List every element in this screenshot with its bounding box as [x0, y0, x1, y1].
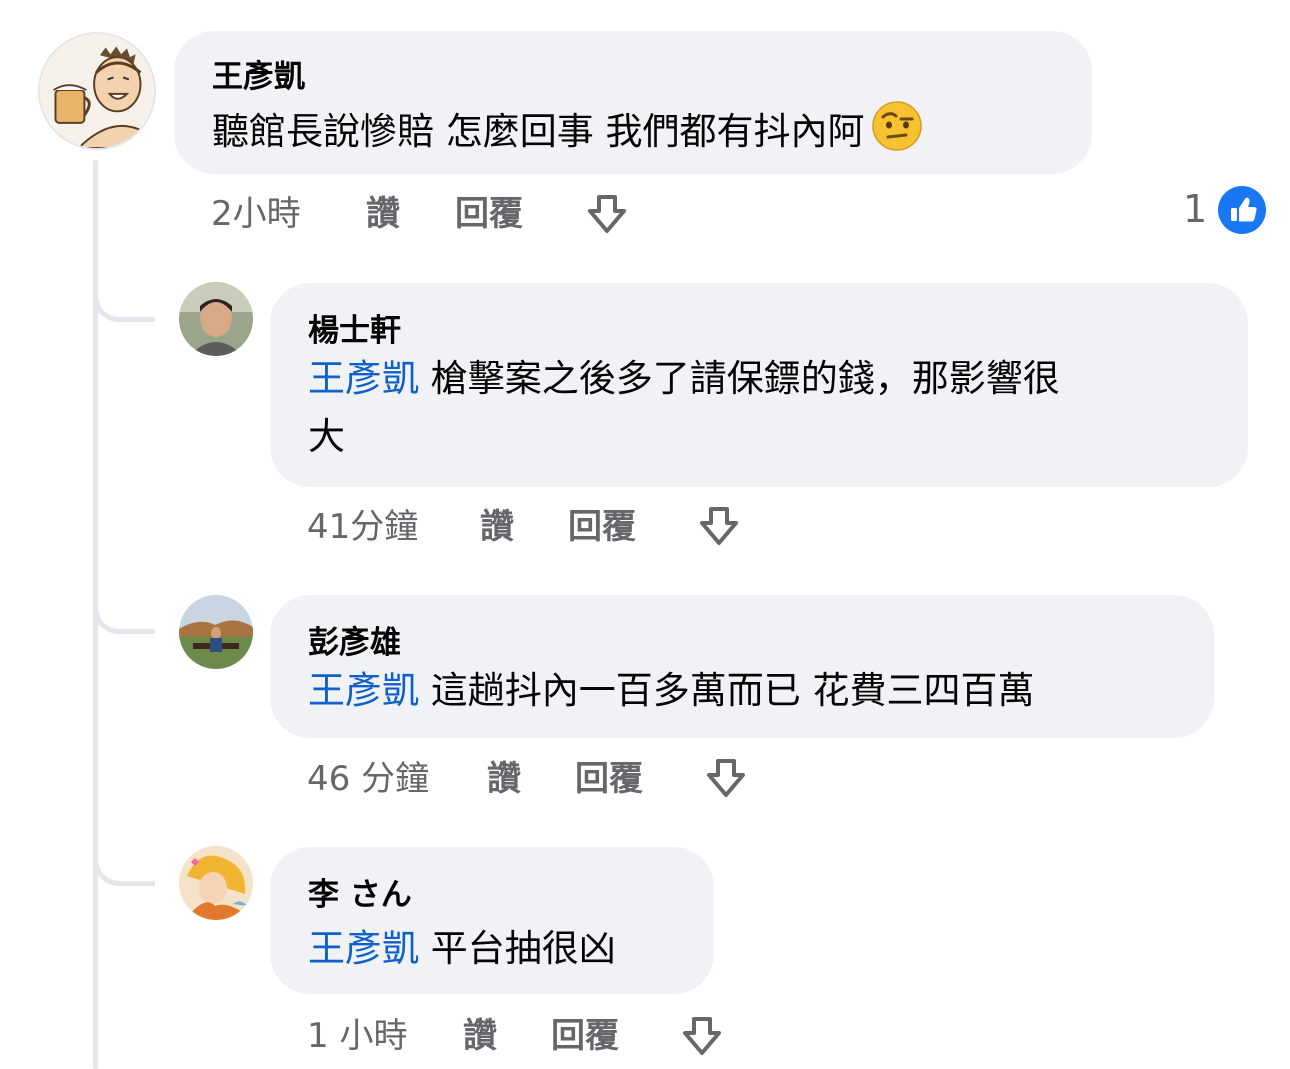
reply-body: 這趟抖內一百多萬而已 花費三四百萬: [419, 669, 1035, 712]
comment-body: 聽館長說慘賠 怎麼回事 我們都有抖內阿: [212, 110, 865, 153]
reply-time[interactable]: 46 分鐘: [307, 757, 429, 801]
comment-bubble: 王彥凱 聽館長說慘賠 怎麼回事 我們都有抖內阿: [174, 31, 1092, 174]
reply-text-line: 王彥凱 這趟抖內一百多萬而已 花費三四百萬: [308, 663, 1035, 719]
reply-button[interactable]: 回覆: [575, 757, 643, 801]
reply-author[interactable]: 楊士軒: [308, 311, 401, 351]
reply-text-line: 王彥凱 平台抽很凶: [308, 921, 616, 977]
like-button[interactable]: 讚: [366, 192, 400, 236]
thread-branch: [93, 594, 155, 634]
mention-link[interactable]: 王彥凱: [308, 669, 419, 712]
reply-body: 平台抽很凶: [419, 927, 616, 970]
arrow-down-icon[interactable]: [678, 1013, 726, 1061]
avatar[interactable]: [179, 282, 253, 356]
mention-link[interactable]: 王彥凱: [308, 927, 419, 970]
thread-branch: [93, 282, 155, 322]
raised-eyebrow-emoji-icon: [871, 100, 923, 152]
reply-time[interactable]: 1 小時: [307, 1014, 407, 1058]
avatar[interactable]: [179, 846, 253, 920]
comment-text: 聽館長說慘賠 怎麼回事 我們都有抖內阿: [212, 100, 923, 160]
thumbs-up-icon[interactable]: [1218, 186, 1266, 234]
thread-branch: [93, 846, 155, 886]
comment-author[interactable]: 王彥凱: [212, 57, 305, 97]
reply-author[interactable]: 彭彥雄: [308, 623, 401, 663]
like-button[interactable]: 讚: [463, 1014, 497, 1058]
reply-text-line: 大: [308, 415, 345, 458]
reply-button[interactable]: 回覆: [455, 192, 523, 236]
like-button[interactable]: 讚: [480, 505, 514, 549]
reply-button[interactable]: 回覆: [568, 505, 636, 549]
arrow-down-icon[interactable]: [702, 755, 750, 803]
avatar[interactable]: [38, 32, 156, 150]
reply-body: 槍擊案之後多了請保鏢的錢，那影響很: [419, 357, 1060, 400]
arrow-down-icon[interactable]: [583, 191, 631, 239]
avatar[interactable]: [179, 595, 253, 669]
reply-bubble: 李 さん 王彥凱 平台抽很凶: [270, 847, 714, 994]
reply-bubble: 彭彥雄 王彥凱 這趟抖內一百多萬而已 花費三四百萬: [270, 595, 1214, 738]
reply-time[interactable]: 41分鐘: [307, 505, 418, 549]
reply-button[interactable]: 回覆: [551, 1014, 619, 1058]
comment-time[interactable]: 2小時: [211, 192, 301, 236]
reply-text-line: 王彥凱 槍擊案之後多了請保鏢的錢，那影響很: [308, 351, 1060, 407]
arrow-down-icon[interactable]: [695, 503, 743, 551]
mention-link[interactable]: 王彥凱: [308, 357, 419, 400]
like-button[interactable]: 讚: [487, 757, 521, 801]
reaction-count[interactable]: 1: [1183, 187, 1207, 231]
reply-bubble: 楊士軒 王彥凱 槍擊案之後多了請保鏢的錢，那影響很 大: [270, 283, 1248, 487]
reply-author[interactable]: 李 さん: [308, 875, 412, 915]
